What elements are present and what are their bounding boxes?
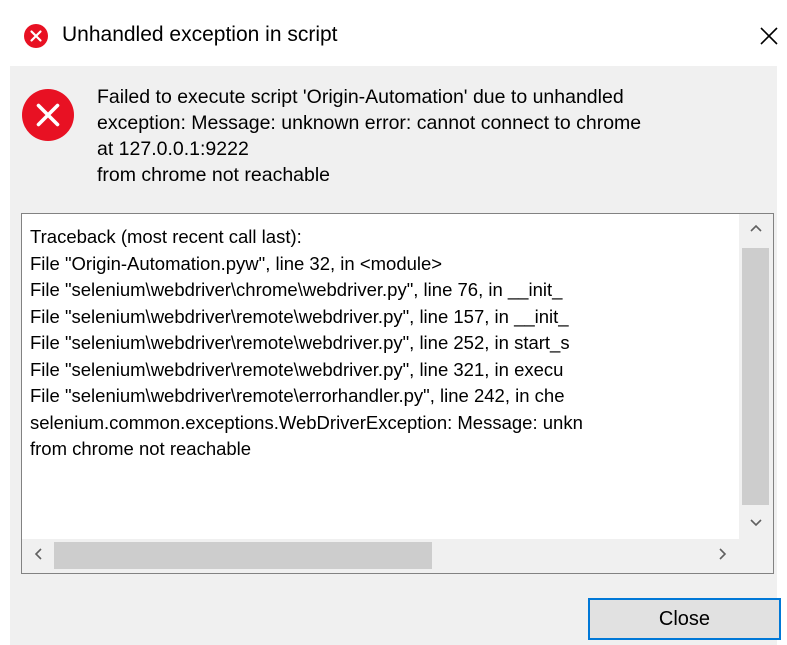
close-button[interactable]: Close bbox=[588, 598, 781, 640]
traceback-line: File "selenium\webdriver\remote\webdrive… bbox=[30, 332, 570, 353]
traceback-line: File "selenium\webdriver\remote\webdrive… bbox=[30, 358, 564, 380]
message-line: from chrome not reachable bbox=[97, 164, 331, 186]
scroll-right-button[interactable] bbox=[707, 539, 739, 573]
traceback-text[interactable]: Traceback (most recent call last): File … bbox=[30, 224, 742, 524]
error-icon bbox=[24, 24, 48, 48]
message-line: exception: Message: unknown error: canno… bbox=[97, 112, 642, 134]
scroll-left-button[interactable] bbox=[22, 539, 54, 573]
traceback-line: selenium.common.exceptions.WebDriverExce… bbox=[30, 411, 583, 433]
message-line: Failed to execute script 'Origin-Automat… bbox=[97, 86, 624, 108]
horizontal-scrollbar[interactable] bbox=[22, 539, 739, 573]
scroll-down-button[interactable] bbox=[739, 509, 773, 539]
chevron-left-icon bbox=[33, 547, 43, 566]
message-line: at 127.0.0.1:9222 bbox=[97, 138, 249, 160]
vertical-scrollbar[interactable] bbox=[739, 214, 773, 539]
error-dialog: Unhandled exception in script Failed to … bbox=[0, 0, 787, 645]
chevron-right-icon bbox=[718, 547, 728, 566]
chevron-up-icon bbox=[749, 220, 763, 238]
chevron-down-icon bbox=[749, 515, 763, 533]
traceback-line: from chrome not reachable bbox=[30, 438, 252, 459]
error-message: Failed to execute script 'Origin-Automat… bbox=[97, 84, 773, 188]
traceback-textbox[interactable]: Traceback (most recent call last): File … bbox=[21, 213, 774, 574]
traceback-line: File "Origin-Automation.pyw", line 32, i… bbox=[30, 252, 443, 274]
window-title: Unhandled exception in script bbox=[62, 23, 338, 46]
traceback-line: File "selenium\webdriver\remote\webdrive… bbox=[30, 305, 569, 327]
traceback-line: Traceback (most recent call last): bbox=[30, 226, 302, 247]
scroll-up-button[interactable] bbox=[739, 214, 773, 244]
error-icon bbox=[21, 88, 75, 142]
close-icon[interactable] bbox=[752, 18, 786, 52]
scrollbar-corner bbox=[739, 539, 773, 573]
title-bar: Unhandled exception in script bbox=[0, 0, 787, 66]
traceback-line: File "selenium\webdriver\remote\errorhan… bbox=[30, 385, 565, 406]
dialog-body: Failed to execute script 'Origin-Automat… bbox=[10, 66, 781, 645]
traceback-line: File "selenium\webdriver\chrome\webdrive… bbox=[30, 279, 563, 300]
vertical-scrollbar-thumb[interactable] bbox=[742, 248, 769, 505]
horizontal-scrollbar-thumb[interactable] bbox=[54, 542, 432, 569]
